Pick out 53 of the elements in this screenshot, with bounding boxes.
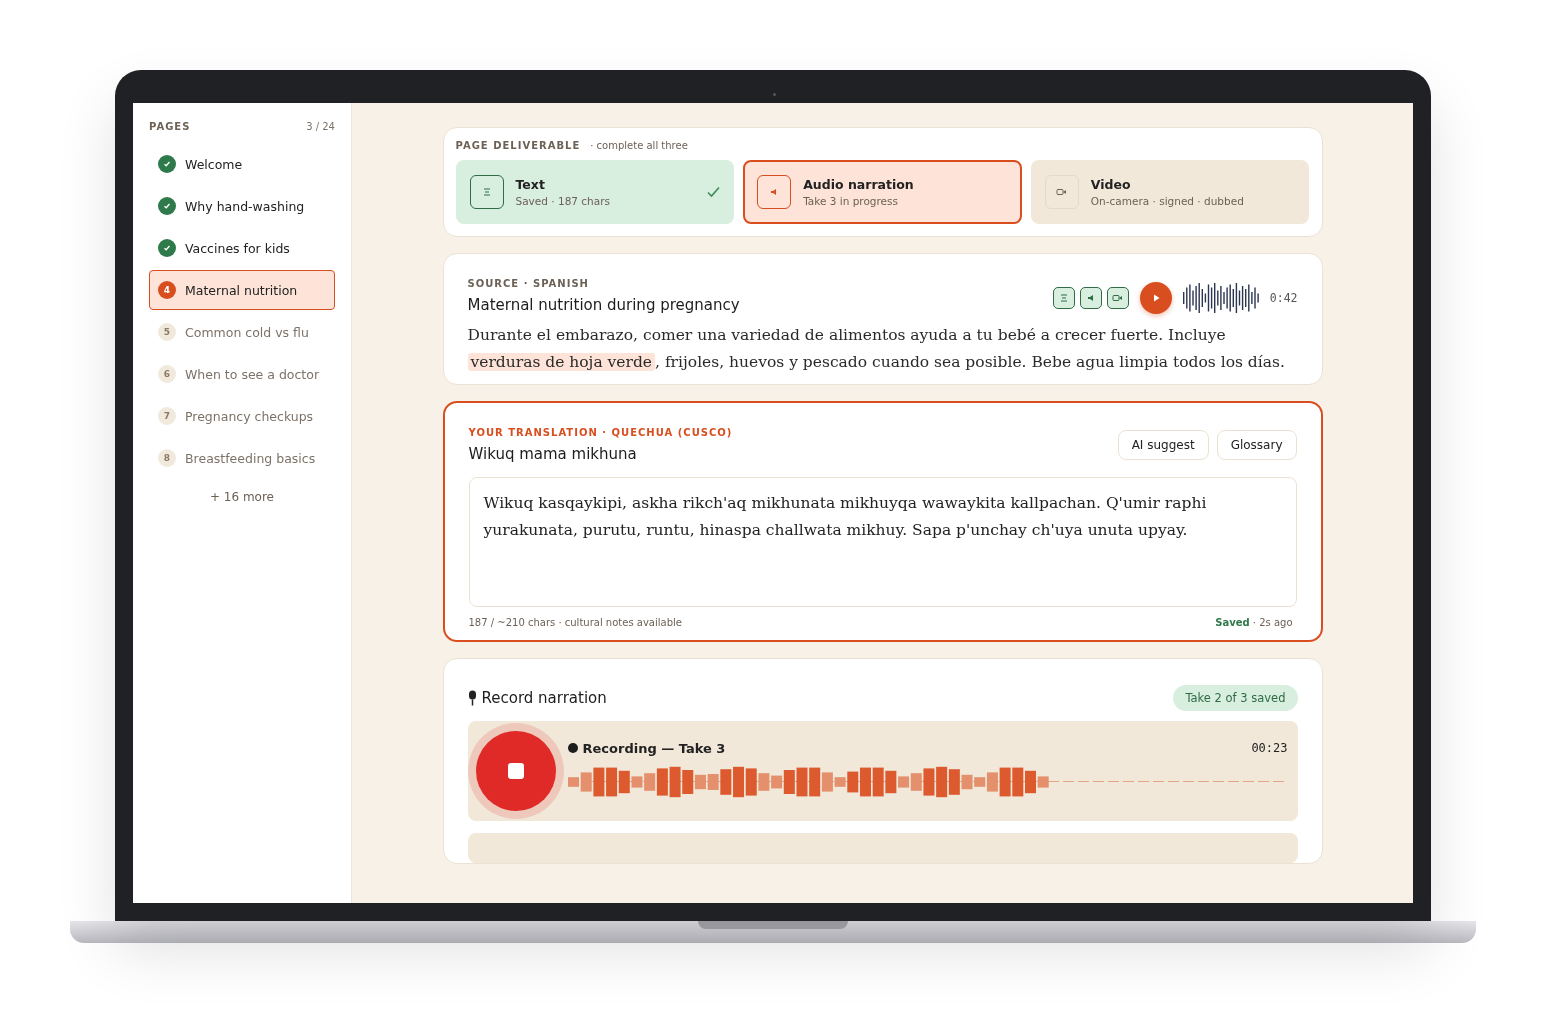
text-lines-icon[interactable] — [1052, 287, 1075, 309]
option-title: Text — [515, 177, 546, 192]
deliverable-option[interactable]: Video On-camera · signed · dubbed — [1030, 160, 1310, 224]
toolbar-button[interactable]: AI suggest — [1117, 430, 1209, 460]
page-item[interactable]: 4 Maternal nutrition — [149, 270, 335, 310]
page-number: 6 — [158, 365, 176, 383]
page-number: 7 — [158, 407, 176, 425]
option-subtitle: On-camera · signed · dubbed — [1090, 195, 1245, 207]
character-counter: 187 / ~210 chars · cultural notes available — [468, 617, 682, 628]
speaker-icon[interactable] — [1079, 287, 1102, 309]
recording-dot-icon — [567, 743, 578, 753]
translation-label: YOUR TRANSLATION · QUECHUA (CUSCO) — [468, 427, 733, 438]
option-subtitle: Take 3 in progress — [803, 195, 900, 207]
source-title: Maternal nutrition during pregnancy — [467, 296, 740, 314]
translation-field[interactable]: Wikuq kasqaykipi, askha rikch'aq mikhunata mikhuyqa wawaykita kallpachan. Q'umir raphi yurakunata, purutu, runtu, hinaspa challwata mikhuy. Sapa p'unchay ch'uya unuta upyay. — [468, 477, 1297, 607]
page-number: 5 — [158, 323, 176, 341]
page-item[interactable]: Vaccines for kids — [149, 228, 335, 268]
audio-duration: 0:42 — [1269, 291, 1298, 305]
sidebar-heading: PAGES — [149, 121, 191, 132]
option-title: Audio narration — [803, 177, 915, 192]
save-status: Saved — [1215, 617, 1250, 628]
option-title: Video — [1090, 177, 1132, 192]
speaker-icon — [757, 175, 792, 209]
deliverable-option[interactable]: Audio narration Take 3 in progress — [743, 160, 1022, 224]
text-lines-icon — [469, 175, 504, 209]
page-number: 4 — [158, 281, 176, 299]
takes-badge: Take 2 of 3 saved — [1173, 685, 1298, 711]
deliverable-option[interactable]: Text Saved · 187 chars — [455, 160, 735, 224]
microphone-icon — [467, 690, 477, 706]
page-count: 3 / 24 — [306, 121, 335, 132]
source-paragraph: Durante el embarazo, comer una variedad de alimentos ayuda a tu bebé a crecer fuerte. Incluye verduras de hoja verde , frijoles, huevos y pescado cuando sea posible. Bebe agua limpia todos los días. — [467, 325, 1286, 373]
video-camera-icon[interactable] — [1106, 287, 1129, 309]
page-item[interactable]: 7 Pregnancy checkups — [149, 396, 335, 436]
page-item[interactable]: 5 Common cold vs flu — [149, 312, 335, 352]
more-pages-link[interactable]: + 16 more — [149, 490, 335, 504]
checkmark-icon — [707, 186, 721, 198]
page-item[interactable]: 6 When to see a doctor — [149, 354, 335, 394]
option-subtitle: Saved · 187 chars — [515, 195, 611, 207]
take-label: Recording — Take 3 — [582, 740, 726, 756]
deliverable-hint: · complete all three — [590, 140, 688, 151]
page-item[interactable]: Welcome — [149, 144, 335, 184]
page-item[interactable]: Why hand-washing — [149, 186, 335, 226]
play-button[interactable] — [1139, 282, 1172, 314]
recording-time: 00:23 — [1251, 741, 1288, 755]
deliverable-label: PAGE DELIVERABLE — [455, 140, 581, 151]
record-title: Record narration — [481, 689, 607, 707]
save-time: · 2s ago — [1252, 617, 1293, 628]
toolbar-button[interactable]: Glossary — [1216, 430, 1297, 460]
source-label: SOURCE · SPANISH — [467, 278, 590, 289]
page-number: 8 — [158, 449, 176, 467]
page-item[interactable]: 8 Breastfeeding basics — [149, 438, 335, 478]
translation-title: Wikuq mama mikhuna — [468, 445, 638, 463]
video-camera-icon — [1044, 175, 1079, 209]
